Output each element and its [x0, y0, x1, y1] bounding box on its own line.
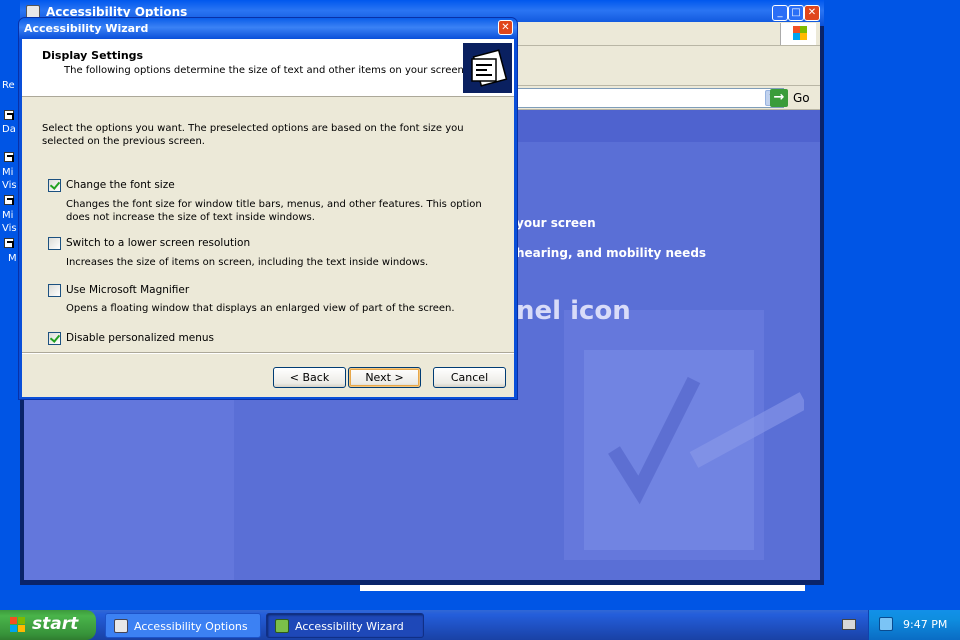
clock[interactable]: 9:47 PM [903, 618, 947, 631]
desktop-icon-label[interactable]: Da [2, 124, 16, 135]
close-button[interactable]: ✕ [804, 5, 820, 21]
option-label[interactable]: Switch to a lower screen resolution [66, 237, 250, 249]
display-settings-icon [463, 43, 512, 93]
cancel-button[interactable]: Cancel [433, 367, 506, 388]
start-button[interactable]: start [0, 610, 96, 640]
go-arrow-icon: → [770, 89, 788, 107]
windows-logo-icon [780, 23, 816, 45]
checkbox-magnifier[interactable] [48, 284, 61, 297]
taskbar-item-label: Accessibility Wizard [295, 620, 404, 633]
dialog-body: Display Settings The following options d… [22, 39, 514, 397]
content-text[interactable]: hearing, and mobility needs [516, 246, 706, 260]
window-bottom-edge [360, 585, 805, 591]
go-button[interactable]: → Go [768, 88, 820, 108]
shortcut-arrow-icon [4, 110, 14, 120]
desktop-icon-label[interactable]: Re [2, 80, 15, 91]
close-button[interactable]: ✕ [498, 20, 513, 35]
page-subtitle: The following options determine the size… [64, 65, 468, 76]
control-panel-watermark-icon [564, 310, 804, 560]
go-label: Go [793, 91, 810, 105]
option-description: Increases the size of items on screen, i… [66, 257, 429, 268]
dialog-title: Accessibility Wizard [24, 22, 149, 35]
instructions-text: Select the options you want. The presele… [42, 123, 464, 147]
taskbar-item-accessibility-options[interactable]: Accessibility Options [105, 613, 261, 638]
desktop-icon-label[interactable]: Vis [2, 223, 17, 234]
checkbox-lower-resolution[interactable] [48, 237, 61, 250]
wizard-header: Display Settings The following options d… [22, 39, 514, 97]
page-title: Display Settings [42, 49, 144, 62]
content-heading: nel icon [516, 296, 631, 326]
desktop-icon-label[interactable]: Mi [2, 167, 13, 178]
checkbox-change-font-size[interactable] [48, 179, 61, 192]
content-text[interactable]: your screen [516, 216, 596, 230]
taskbar-item-label: Accessibility Options [134, 620, 248, 633]
shortcut-arrow-icon [4, 195, 14, 205]
accessibility-icon [275, 619, 289, 633]
option-label[interactable]: Disable personalized menus [66, 332, 214, 344]
shortcut-arrow-icon [4, 238, 14, 248]
keyboard-icon[interactable] [842, 619, 856, 630]
option-description: Changes the font size for window title b… [66, 199, 482, 223]
dialog-titlebar[interactable]: Accessibility Wizard ✕ [19, 18, 517, 39]
divider [22, 352, 514, 354]
desktop-icon-label[interactable]: Vis [2, 180, 17, 191]
control-panel-icon [114, 619, 128, 633]
minimize-button[interactable]: _ [772, 5, 788, 21]
taskbar-item-accessibility-wizard[interactable]: Accessibility Wizard [266, 613, 424, 638]
taskbar: start Accessibility Options Accessibilit… [0, 610, 960, 640]
option-label[interactable]: Change the font size [66, 179, 175, 191]
accessibility-tray-icon[interactable] [879, 617, 893, 631]
next-button[interactable]: Next > [348, 367, 421, 388]
system-tray: 9:47 PM [868, 610, 960, 640]
windows-flag-icon [10, 617, 26, 633]
desktop-icon-label[interactable]: M [8, 253, 17, 264]
option-label[interactable]: Use Microsoft Magnifier [66, 284, 189, 296]
shortcut-arrow-icon [4, 152, 14, 162]
start-label: start [32, 614, 79, 634]
accessibility-wizard-dialog: Accessibility Wizard ✕ Display Settings … [18, 17, 518, 400]
desktop-icon-label[interactable]: Mi [2, 210, 13, 221]
back-button[interactable]: < Back [273, 367, 346, 388]
maximize-button[interactable]: □ [788, 5, 804, 21]
option-description: Opens a floating window that displays an… [66, 303, 455, 314]
checkbox-disable-personalized-menus[interactable] [48, 332, 61, 345]
